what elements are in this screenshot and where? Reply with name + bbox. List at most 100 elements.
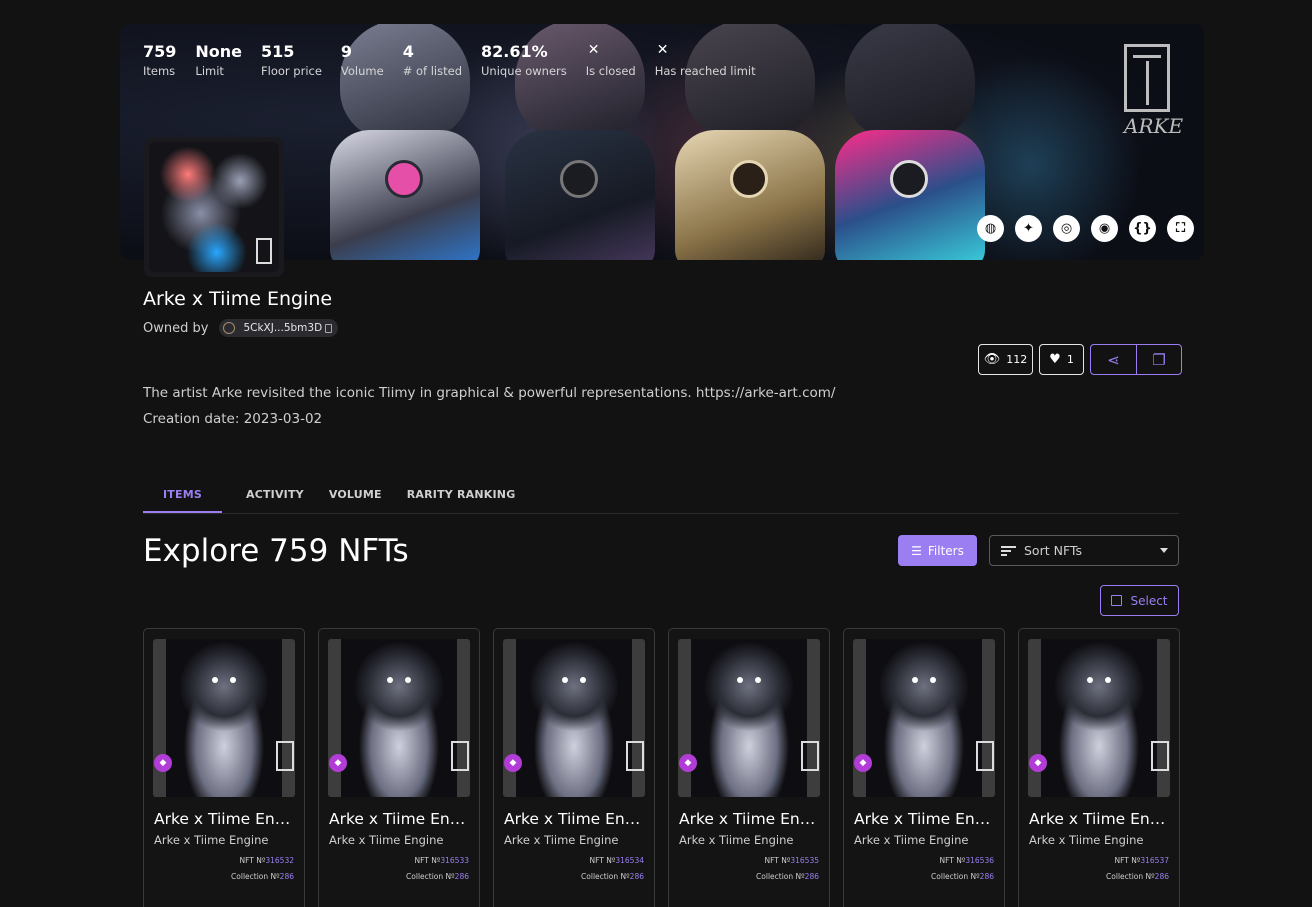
collection-stats: 759 Items None Limit 515 Floor price 9 Volum… <box>143 42 775 78</box>
nft-card[interactable]: ◆ Arke x Tiime Engi... Arke x Tiime Engi… <box>493 628 655 907</box>
collection-number: Collection Nº286 <box>581 872 644 881</box>
arke-mark-icon <box>976 741 994 771</box>
instagram-icon[interactable]: ◎ <box>1053 215 1080 242</box>
views-count: 112 <box>1006 353 1028 366</box>
close-icon: ✕ <box>656 42 669 58</box>
nft-name[interactable]: Arke x Tiime Engi... <box>1029 810 1174 828</box>
arke-logo: ARKE <box>1124 44 1183 144</box>
likes-count: 1 <box>1066 353 1074 366</box>
json-icon[interactable]: {} <box>1129 215 1156 242</box>
filters-label: Filters <box>927 543 964 558</box>
sort-label: Sort NFTs <box>1024 543 1082 558</box>
chevron-down-icon <box>1160 548 1168 553</box>
copy-icon[interactable]: ❐ <box>1136 345 1181 374</box>
arke-mark-icon <box>1151 741 1169 771</box>
checkbox-icon <box>1111 595 1123 606</box>
nft-collection: Arke x Tiime Engine <box>329 833 444 847</box>
eye-icon: 👁 <box>983 352 1001 367</box>
arke-mark-icon <box>451 741 469 771</box>
nft-image[interactable] <box>503 639 645 797</box>
nft-card[interactable]: ◆ Arke x Tiime Engi... Arke x Tiime Engi… <box>843 628 1005 907</box>
like-button[interactable]: ♥ 1 <box>1039 344 1084 375</box>
sort-icon <box>1001 544 1016 558</box>
social-links: ◍ ✦ ◎ ◉ {} ⛶ <box>977 215 1194 242</box>
filter-icon: ☰ <box>911 543 922 558</box>
stat-has-reached-limit: ✕ Has reached limit <box>654 42 756 78</box>
rarity-badge-icon: ◆ <box>504 754 522 772</box>
collection-description: The artist Arke revisited the iconic Tii… <box>143 385 836 401</box>
nft-name[interactable]: Arke x Tiime Engi... <box>679 810 824 828</box>
banner-figure <box>835 24 985 260</box>
stat-listed: 4 # of listed <box>402 42 462 78</box>
collection-number: Collection Nº286 <box>931 872 994 881</box>
nft-number: NFT Nº316535 <box>764 856 819 865</box>
tab-volume[interactable]: VOLUME <box>329 476 382 513</box>
share-copy-group: ⋖ ❐ <box>1090 344 1182 375</box>
nft-number: NFT Nº316532 <box>239 856 294 865</box>
nft-image[interactable] <box>853 639 995 797</box>
fullscreen-icon[interactable]: ⛶ <box>1167 215 1194 242</box>
creation-date: Creation date: 2023-03-02 <box>143 411 323 427</box>
nft-number: NFT Nº316533 <box>414 856 469 865</box>
nft-image[interactable] <box>1028 639 1170 797</box>
nft-card[interactable]: ◆ Arke x Tiime Engi... Arke x Tiime Engi… <box>318 628 480 907</box>
nft-image[interactable] <box>678 639 820 797</box>
tab-rarity-ranking[interactable]: RARITY RANKING <box>407 476 516 513</box>
collection-number: Collection Nº286 <box>756 872 819 881</box>
nft-card[interactable]: ◆ Arke x Tiime Engi... Arke x Tiime Engi… <box>1018 628 1180 907</box>
nft-card[interactable]: ◆ Arke x Tiime Engi... Arke x Tiime Engi… <box>143 628 305 907</box>
rarity-badge-icon: ◆ <box>329 754 347 772</box>
owner-address: 5CkXJ...5bm3D <box>243 322 323 334</box>
close-icon: ✕ <box>587 42 600 58</box>
share-icon[interactable]: ⋖ <box>1091 345 1136 374</box>
arke-mark-icon <box>626 741 644 771</box>
nft-name[interactable]: Arke x Tiime Engi... <box>154 810 299 828</box>
stat-volume: 9 Volume <box>340 42 384 78</box>
nft-collection: Arke x Tiime Engine <box>1029 833 1144 847</box>
select-button[interactable]: Select <box>1100 585 1179 616</box>
owner-avatar <box>223 322 236 334</box>
nft-collection: Arke x Tiime Engine <box>679 833 794 847</box>
stat-is-closed: ✕ Is closed <box>585 42 636 78</box>
collection-number: Collection Nº286 <box>231 872 294 881</box>
stat-unique-owners: 82.61% Unique owners <box>481 42 567 78</box>
owned-by-label: Owned by <box>143 320 209 336</box>
twitter-icon[interactable]: ✦ <box>1015 215 1042 242</box>
nft-number: NFT Nº316534 <box>589 856 644 865</box>
nft-name[interactable]: Arke x Tiime Engi... <box>329 810 474 828</box>
nft-collection: Arke x Tiime Engine <box>854 833 969 847</box>
tab-activity[interactable]: ACTIVITY <box>246 476 304 513</box>
nft-name[interactable]: Arke x Tiime Engi... <box>854 810 999 828</box>
stat-items: 759 Items <box>143 42 177 78</box>
rarity-badge-icon: ◆ <box>154 754 172 772</box>
rarity-badge-icon: ◆ <box>1029 754 1047 772</box>
select-label: Select <box>1130 593 1168 608</box>
nft-name[interactable]: Arke x Tiime Engi... <box>504 810 649 828</box>
collection-number: Collection Nº286 <box>406 872 469 881</box>
collection-title: Arke x Tiime Engine <box>143 288 333 310</box>
tab-items[interactable]: ITEMS <box>143 476 222 513</box>
collection-number: Collection Nº286 <box>1106 872 1169 881</box>
collection-tabs: ITEMS ACTIVITY VOLUME RARITY RANKING <box>143 476 1179 514</box>
arke-mark-icon <box>801 741 819 771</box>
stat-limit: None Limit <box>195 42 243 78</box>
nft-collection: Arke x Tiime Engine <box>154 833 269 847</box>
owned-by: Owned by 5CkXJ...5bm3D <box>143 319 339 337</box>
discord-icon[interactable]: ◉ <box>1091 215 1118 242</box>
rarity-badge-icon: ◆ <box>854 754 872 772</box>
owner-chip[interactable]: 5CkXJ...5bm3D <box>219 319 339 337</box>
nft-image[interactable] <box>328 639 470 797</box>
nft-number: NFT Nº316537 <box>1114 856 1169 865</box>
nft-grid: ◆ Arke x Tiime Engi... Arke x Tiime Engi… <box>143 628 1180 907</box>
nft-image[interactable] <box>153 639 295 797</box>
sort-dropdown[interactable]: Sort NFTs <box>989 535 1179 566</box>
nft-collection: Arke x Tiime Engine <box>504 833 619 847</box>
explore-heading: Explore 759 NFTs <box>143 533 409 569</box>
collection-avatar <box>144 137 284 277</box>
globe-icon[interactable]: ◍ <box>977 215 1004 242</box>
nft-card[interactable]: ◆ Arke x Tiime Engi... Arke x Tiime Engi… <box>668 628 830 907</box>
copy-icon[interactable] <box>325 323 333 333</box>
views-button[interactable]: 👁 112 <box>978 344 1033 375</box>
collection-actions: 👁 112 ♥ 1 ⋖ ❐ <box>978 344 1182 375</box>
filters-button[interactable]: ☰ Filters <box>898 535 977 566</box>
